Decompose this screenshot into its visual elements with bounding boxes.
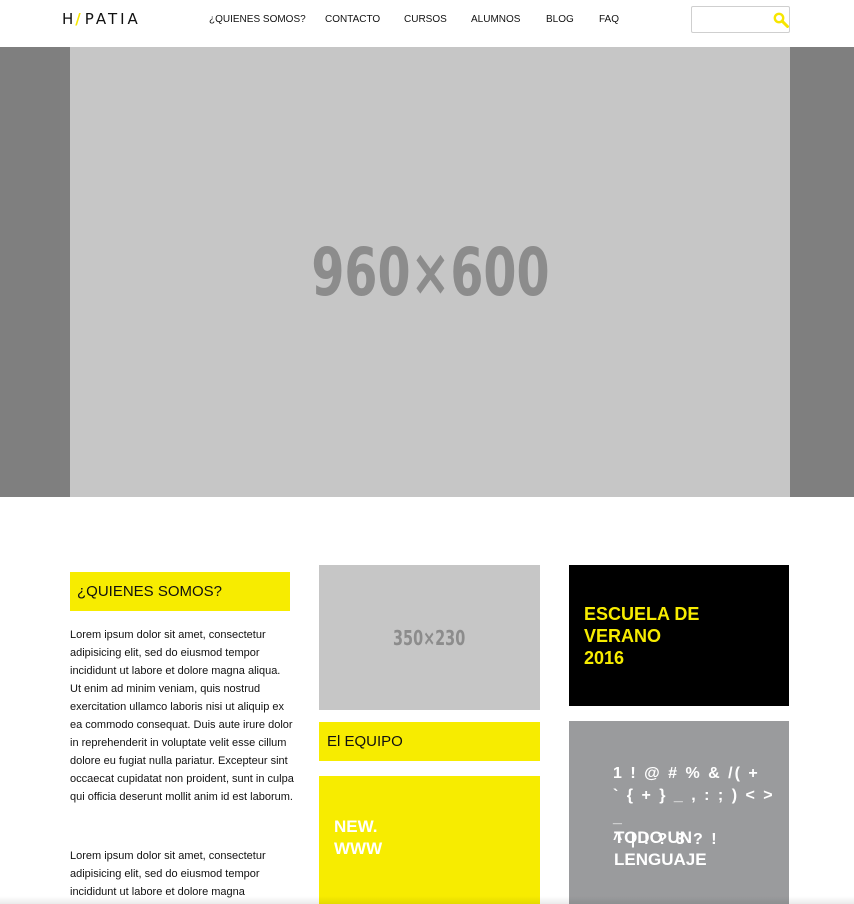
- lenguaje-tagline: TODO UN LENGUAJE: [614, 828, 707, 869]
- nav-blog[interactable]: BLOG: [546, 14, 574, 25]
- hero-banner: 960×600: [0, 47, 854, 497]
- nav-quienes-somos[interactable]: ¿QUIENES SOMOS?: [209, 14, 306, 25]
- hero-image-placeholder: 960×600: [70, 47, 790, 497]
- nav-contacto[interactable]: CONTACTO: [325, 14, 380, 25]
- logo-text-patia: PATIA: [84, 10, 141, 28]
- team-image-label: 350×230: [393, 625, 466, 650]
- nav-cursos[interactable]: CURSOS: [404, 14, 447, 25]
- hero-placeholder-label: 960×600: [310, 233, 550, 311]
- escuela-verano-tile[interactable]: ESCUELA DE VERANO 2016: [569, 565, 789, 706]
- quienes-paragraph-1: Lorem ipsum dolor sit amet, consectetur …: [70, 629, 294, 803]
- nav-faq[interactable]: FAQ: [599, 14, 619, 25]
- search-box: [691, 6, 790, 33]
- quienes-somos-heading-box: ¿QUIENES SOMOS?: [70, 572, 290, 611]
- el-equipo-label: El EQUIPO: [327, 733, 403, 750]
- search-input[interactable]: [696, 11, 768, 29]
- search-icon[interactable]: [773, 12, 789, 28]
- quienes-somos-heading: ¿QUIENES SOMOS?: [77, 583, 223, 600]
- logo-text-h: H: [62, 10, 77, 28]
- new-www-tile[interactable]: NEW. WWW: [319, 776, 540, 904]
- hypatia-logo[interactable]: H / PATIA: [62, 10, 141, 28]
- escuela-verano-label: ESCUELA DE VERANO 2016: [584, 604, 700, 668]
- logo-slash: /: [75, 10, 84, 28]
- el-equipo-link[interactable]: El EQUIPO: [319, 722, 540, 761]
- quienes-paragraph-2: Lorem ipsum dolor sit amet, consectetur …: [70, 850, 266, 898]
- team-image-placeholder: 350×230: [319, 565, 540, 710]
- new-www-label: NEW. WWW: [334, 817, 383, 858]
- nav-alumnos[interactable]: ALUMNOS: [471, 14, 520, 25]
- site-header: H / PATIA ¿QUIENES SOMOS? CONTACTO CURSO…: [0, 0, 854, 47]
- lenguaje-tile[interactable]: 1 ! @ # % & /( + ` { + } _ , : ; ) < > _…: [569, 721, 789, 904]
